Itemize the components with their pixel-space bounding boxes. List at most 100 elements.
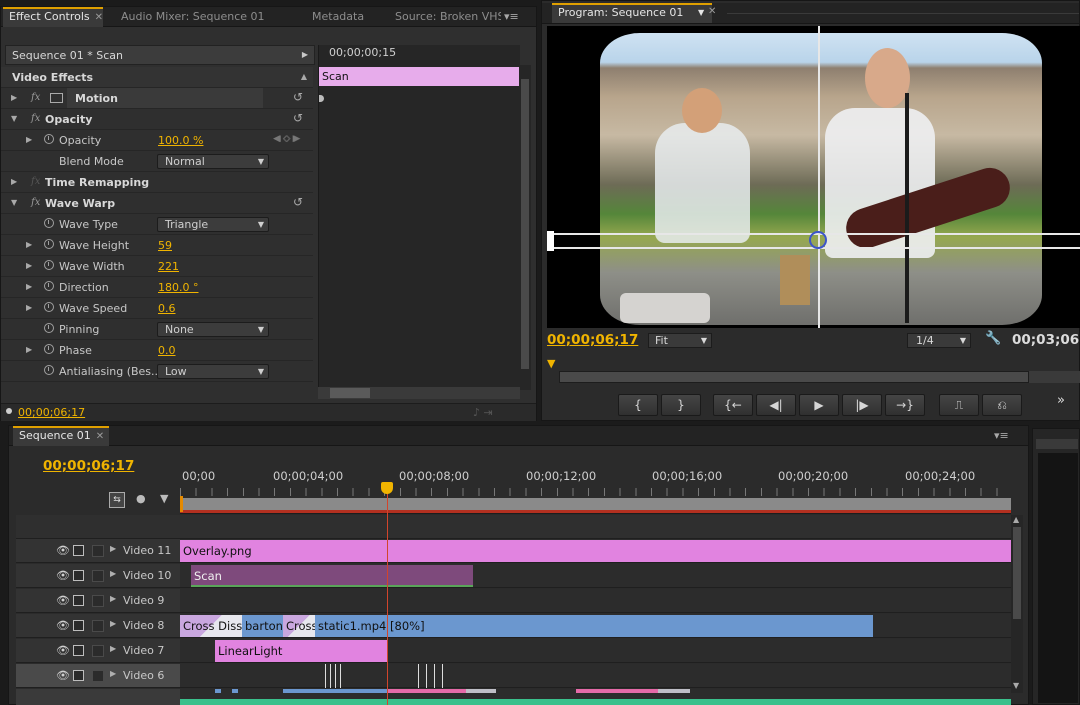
expand-icon[interactable]: ▶ — [110, 544, 116, 553]
more-controls-icon[interactable]: » — [1057, 393, 1065, 408]
wave-speed-value[interactable]: 0.6 — [158, 302, 176, 315]
hscroll-thumb[interactable] — [330, 388, 370, 398]
wave-type-dropdown[interactable]: Triangle ▼ — [157, 217, 269, 232]
program-scrubber[interactable]: ▼ — [547, 357, 1080, 383]
stopwatch-icon[interactable] — [44, 134, 54, 144]
expand-icon[interactable]: ▶ — [26, 345, 32, 354]
expand-icon[interactable]: ▶ — [26, 261, 32, 270]
film-icon[interactable] — [73, 645, 84, 656]
eye-icon[interactable]: 👁 — [56, 645, 70, 656]
expand-icon[interactable]: ▶ — [26, 135, 32, 144]
track-video-11[interactable]: 👁 ▶ Video 11 — [16, 539, 180, 563]
resolution-dropdown[interactable]: 1/4 ▼ — [907, 333, 971, 348]
wave-speed-row[interactable]: ▶ Wave Speed 0.6 — [1, 298, 313, 319]
playhead-icon[interactable]: ▼ — [547, 357, 555, 370]
step-forward-button[interactable]: |▶ — [842, 394, 882, 416]
collapse-icon[interactable]: ▲ — [301, 72, 307, 81]
stopwatch-icon[interactable] — [44, 281, 54, 291]
clip-scan[interactable]: Scan — [191, 565, 473, 587]
expand-icon[interactable]: ▶ — [110, 619, 116, 628]
go-to-in-button[interactable]: {← — [713, 394, 753, 416]
blend-mode-dropdown[interactable]: Normal ▼ — [157, 154, 269, 169]
close-icon[interactable]: ✕ — [708, 6, 716, 17]
expand-icon[interactable]: ▶ — [26, 282, 32, 291]
snap-icon[interactable]: ⇆ — [109, 492, 125, 508]
anchor-point-icon[interactable] — [809, 231, 827, 249]
clip-linearlight[interactable]: LinearLight — [215, 640, 387, 662]
reset-icon[interactable]: ↺ — [293, 90, 303, 104]
mark-in-button[interactable]: { — [618, 394, 658, 416]
track-video-9[interactable]: 👁 ▶ Video 9 — [16, 589, 180, 613]
lock-icon[interactable] — [92, 570, 104, 582]
reset-icon[interactable]: ↺ — [293, 195, 303, 209]
expand-icon[interactable]: ▶ — [11, 93, 17, 102]
vscroll-thumb[interactable] — [1013, 527, 1021, 619]
footer-timecode[interactable]: 00;00;06;17 — [18, 406, 85, 419]
stopwatch-icon[interactable] — [44, 260, 54, 270]
step-back-button[interactable]: ◀| — [756, 394, 796, 416]
stopwatch-icon[interactable] — [44, 239, 54, 249]
lock-icon[interactable] — [92, 595, 104, 607]
clip-cross-dissolve-2[interactable]: Cross — [283, 615, 315, 637]
panel-menu-icon[interactable]: ▾≡ — [504, 10, 519, 23]
stopwatch-icon[interactable] — [44, 344, 54, 354]
play-triangle-icon[interactable]: ▶ — [302, 50, 308, 59]
lock-icon[interactable] — [92, 620, 104, 632]
work-area-bar[interactable] — [180, 498, 1011, 510]
marker-icon[interactable]: ● — [136, 492, 146, 505]
film-icon[interactable] — [73, 595, 84, 606]
tab-metadata[interactable]: Metadata — [306, 7, 376, 27]
lock-icon[interactable] — [92, 545, 104, 557]
mark-out-button[interactable]: } — [661, 394, 701, 416]
tab-source[interactable]: Source: Broken VHS — [389, 7, 501, 27]
handle-left-icon[interactable] — [547, 231, 554, 251]
clip-static[interactable]: static1.mp4 [80%] — [315, 615, 873, 637]
motion-row[interactable]: ▶ fx Motion ↺ — [1, 88, 313, 109]
eye-icon[interactable]: 👁 — [56, 595, 70, 606]
wave-height-row[interactable]: ▶ Wave Height 59 — [1, 235, 313, 256]
phase-row[interactable]: ▶ Phase 0.0 — [1, 340, 313, 361]
direction-value[interactable]: 180.0 ° — [158, 281, 199, 294]
stopwatch-icon[interactable] — [44, 218, 54, 228]
close-icon[interactable]: ✕ — [96, 431, 104, 442]
stopwatch-icon[interactable] — [44, 365, 54, 375]
tab-sequence[interactable]: Sequence 01 ✕ — [13, 426, 109, 446]
keyframe-nav-icon[interactable]: ◀ ◇ ▶ — [273, 134, 300, 144]
eye-icon[interactable]: 👁 — [56, 670, 70, 681]
tab-audio-mixer[interactable]: Audio Mixer: Sequence 01 — [115, 7, 295, 27]
eye-icon[interactable]: 👁 — [56, 620, 70, 631]
mini-timeline-hscroll[interactable] — [318, 387, 520, 399]
collapse-triangle-icon[interactable]: ▼ — [11, 198, 17, 207]
timeline-current-time[interactable]: 00;00;06;17 — [43, 458, 134, 474]
work-area-start[interactable] — [180, 496, 183, 512]
track-video-8[interactable]: 👁 ▶ Video 8 — [16, 614, 180, 638]
lift-button[interactable]: ⎍ — [939, 394, 979, 416]
track-video-10[interactable]: 👁 ▶ Video 10 — [16, 564, 180, 588]
film-icon[interactable] — [73, 670, 84, 681]
expand-icon[interactable]: ▶ — [110, 644, 116, 653]
opacity-value[interactable]: 100.0 % — [158, 134, 203, 147]
video-frame[interactable] — [547, 26, 1080, 328]
chevron-down-icon[interactable]: ▼ — [698, 5, 704, 21]
go-to-out-button[interactable]: →} — [885, 394, 925, 416]
timeline-vscroll[interactable]: ▲ ▼ — [1011, 515, 1023, 693]
track-video-7[interactable]: 👁 ▶ Video 7 — [16, 639, 180, 663]
antialiasing-dropdown[interactable]: Low ▼ — [157, 364, 269, 379]
opacity-param-row[interactable]: ▶ Opacity 100.0 % ◀ ◇ ▶ — [1, 130, 313, 151]
expand-icon[interactable]: ▶ — [26, 303, 32, 312]
expand-icon[interactable]: ▶ — [110, 669, 116, 678]
tab-effect-controls[interactable]: Effect Controls ✕ — [3, 7, 103, 27]
wave-width-row[interactable]: ▶ Wave Width 221 — [1, 256, 313, 277]
timeline-playhead[interactable] — [387, 484, 388, 705]
phase-value[interactable]: 0.0 — [158, 344, 176, 357]
lock-icon[interactable] — [92, 670, 104, 682]
wave-warp-row[interactable]: ▼ fx Wave Warp ↺ — [1, 193, 313, 214]
scroll-up-icon[interactable]: ▲ — [1013, 515, 1019, 524]
opacity-row[interactable]: ▼ fx Opacity ↺ — [1, 109, 313, 130]
wave-width-value[interactable]: 221 — [158, 260, 179, 273]
expand-icon[interactable]: ▶ — [26, 240, 32, 249]
film-icon[interactable] — [73, 545, 84, 556]
pinning-dropdown[interactable]: None ▼ — [157, 322, 269, 337]
eye-icon[interactable]: 👁 — [56, 545, 70, 556]
expand-icon[interactable]: ▶ — [110, 569, 116, 578]
